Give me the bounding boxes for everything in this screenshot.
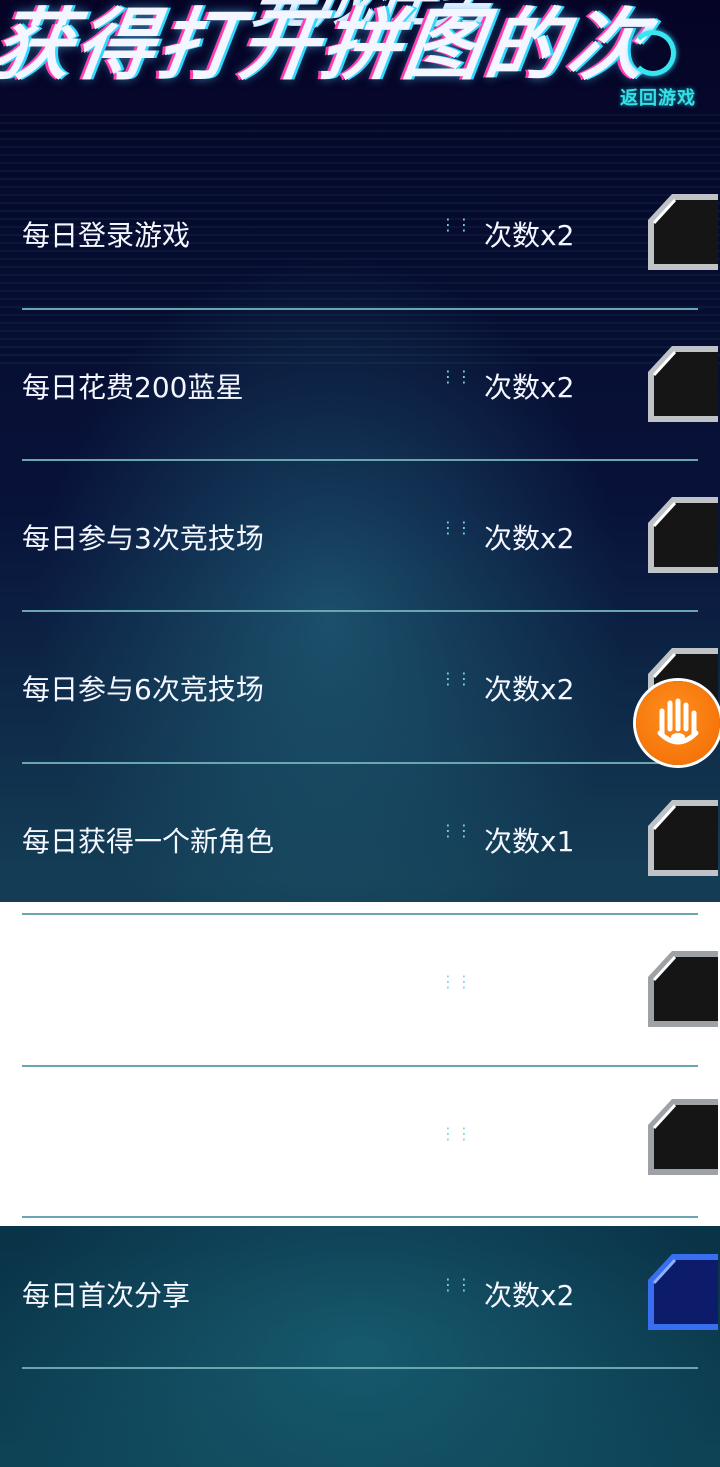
task-count: 次数x2: [484, 371, 575, 404]
task-row: 每日参与6次竞技场 ⋮⋮ 次数x2: [0, 610, 720, 761]
task-count: 次数x2: [484, 522, 575, 555]
dots-icon: ⋮⋮: [440, 518, 472, 537]
task-count: 次数x2: [484, 673, 575, 706]
dots-icon: ⋮⋮: [440, 1275, 472, 1294]
task-claim-button[interactable]: [642, 342, 720, 426]
task-row: 每日登录游戏 ⋮⋮ 次数x2: [0, 156, 720, 307]
return-arrow-icon[interactable]: [630, 30, 676, 76]
task-row: 每日花费200蓝星 ⋮⋮ 次数x2: [0, 308, 720, 459]
task-row: ⋮⋮: [0, 913, 720, 1064]
hand-icon: [657, 698, 699, 745]
back-to-game-button[interactable]: 返回游戏: [620, 84, 696, 110]
dots-icon: ⋮⋮: [440, 215, 472, 234]
task-claim-button[interactable]: [642, 796, 720, 880]
task-label: 每日参与3次竞技场: [22, 522, 264, 555]
divider: [22, 1367, 698, 1369]
task-claim-button[interactable]: [642, 190, 720, 274]
task-row: 每日获得一个新角色 ⋮⋮ 次数x1: [0, 762, 720, 913]
task-count: 次数x2: [484, 219, 575, 252]
dots-icon: ⋮⋮: [440, 669, 472, 688]
task-label: 每日登录游戏: [22, 219, 191, 252]
task-label: 每日首次分享: [22, 1279, 191, 1312]
task-row: 每日首次分享 ⋮⋮ 次数x2: [0, 1216, 720, 1367]
dots-icon: ⋮⋮: [440, 972, 472, 991]
task-claim-button[interactable]: [642, 1250, 720, 1334]
page-title: 获得打开拼图的次: [0, 1, 657, 91]
task-row: 每日参与3次竞技场 ⋮⋮ 次数x2: [0, 459, 720, 610]
task-label: 每日获得一个新角色: [22, 825, 275, 858]
task-label: 每日参与6次竞技场: [22, 673, 264, 706]
task-count: 次数x2: [484, 1279, 575, 1312]
dots-icon: ⋮⋮: [440, 1124, 472, 1143]
task-claim-button[interactable]: [642, 947, 720, 1031]
task-row: ⋮⋮: [0, 1065, 720, 1216]
floating-assistant-button[interactable]: [636, 681, 720, 765]
dots-icon: ⋮⋮: [440, 367, 472, 386]
task-label: 每日花费200蓝星: [22, 371, 244, 404]
dots-icon: ⋮⋮: [440, 821, 472, 840]
task-claim-button[interactable]: [642, 1095, 720, 1179]
task-count: 次数x1: [484, 825, 575, 858]
task-claim-button[interactable]: [642, 493, 720, 577]
